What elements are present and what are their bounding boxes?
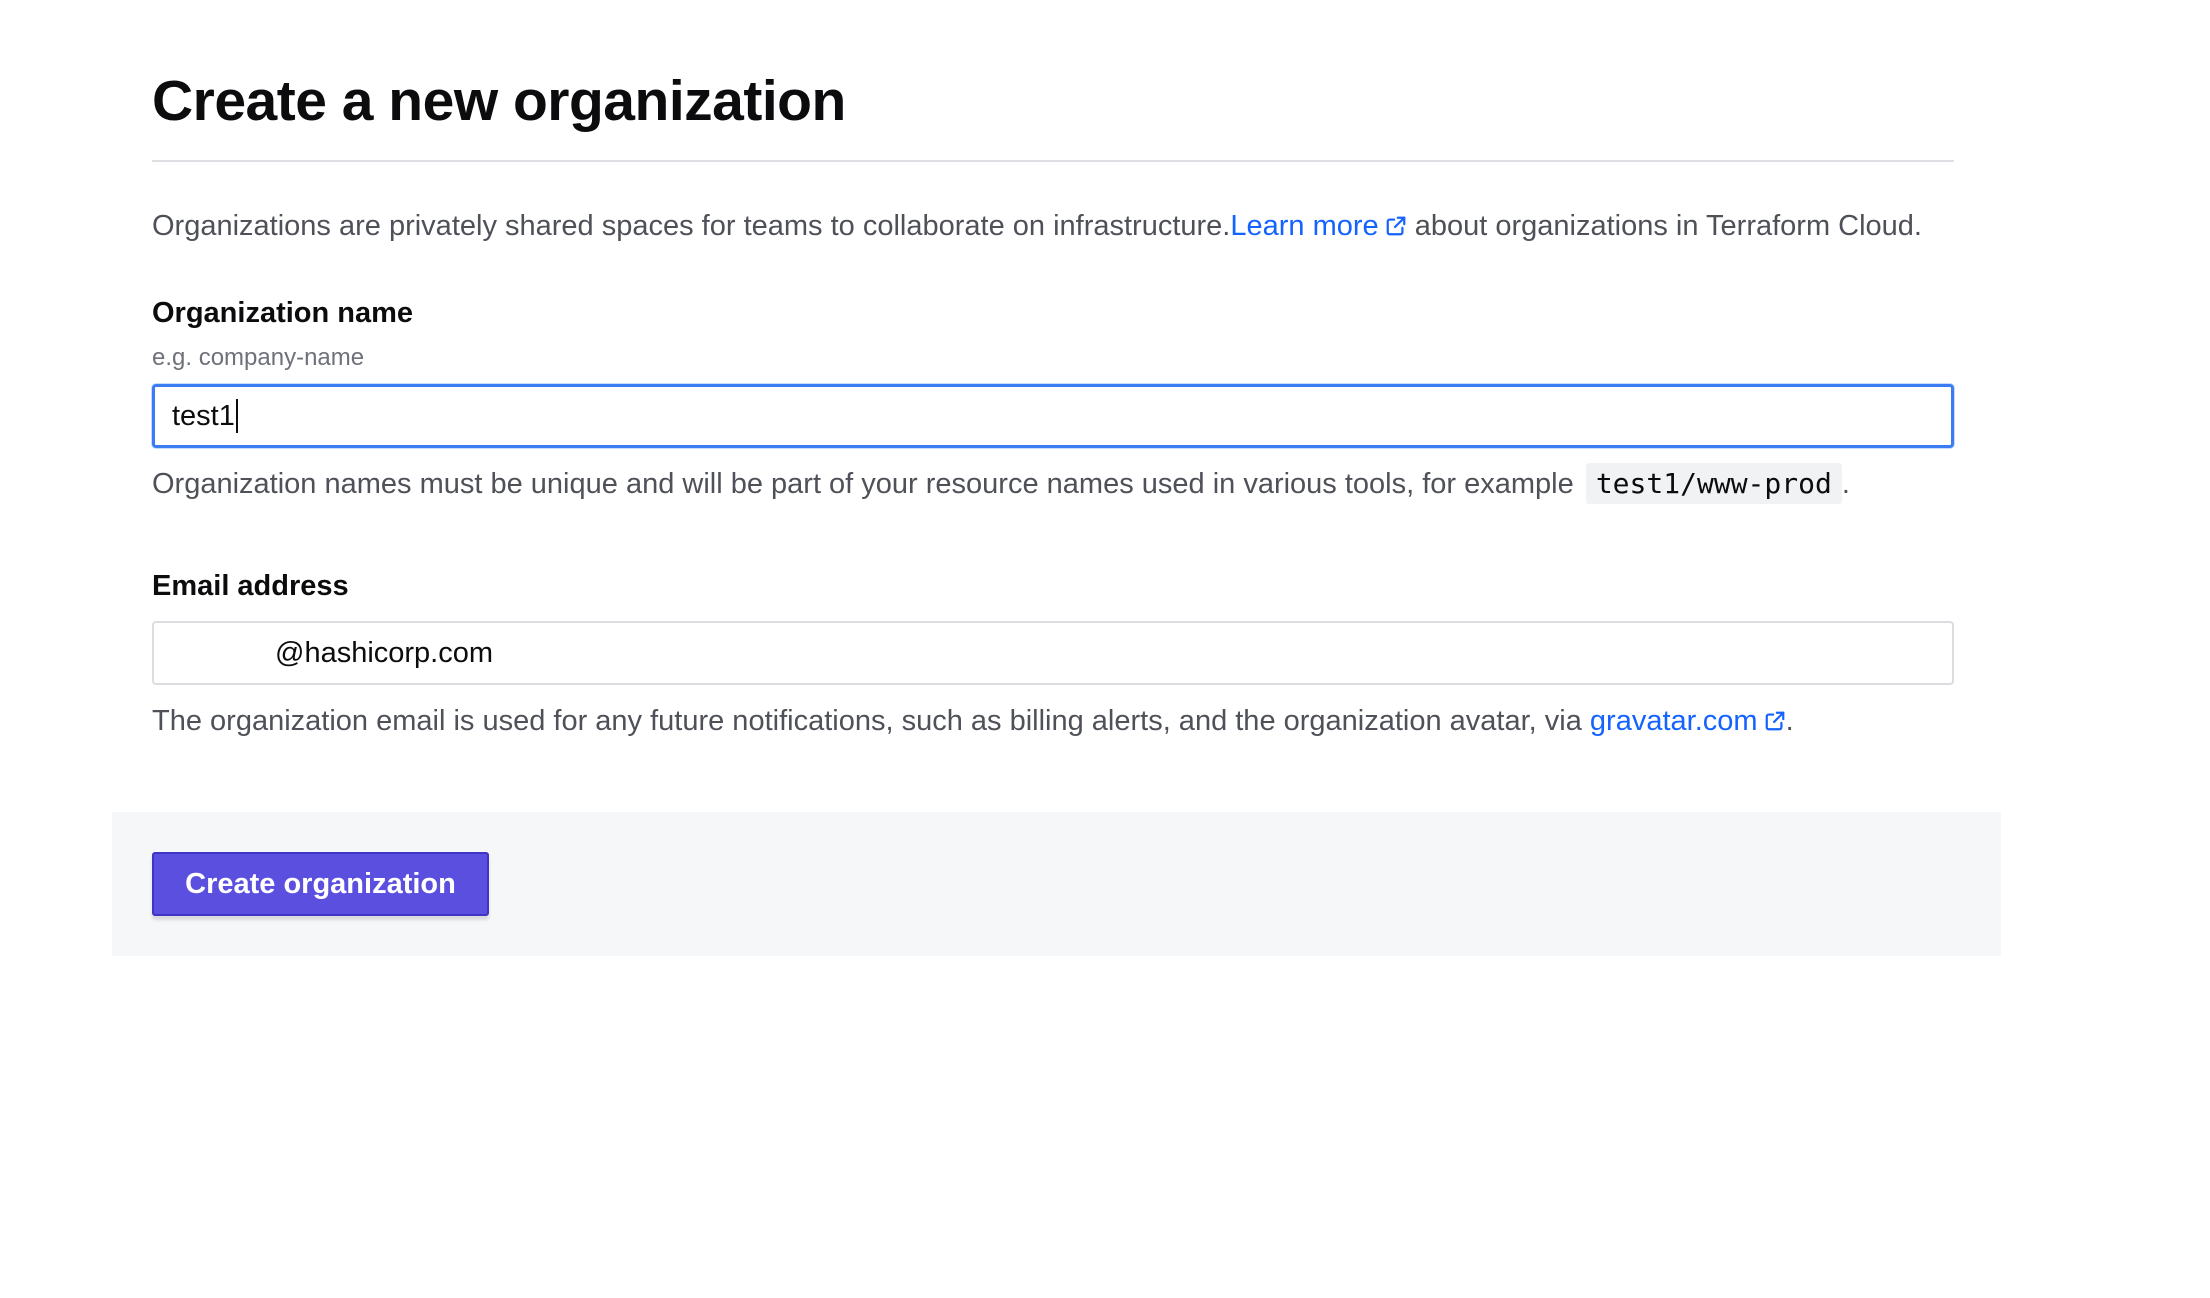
intro-paragraph: Organizations are privately shared space… [152,205,1954,249]
page-title: Create a new organization [152,69,846,133]
learn-more-link[interactable]: Learn more [1230,210,1406,242]
gravatar-link-label: gravatar.com [1589,705,1758,737]
email-help-end: . [1785,705,1794,737]
form-container: Create a new organization Organizations … [152,0,1954,745]
learn-more-label: Learn more [1230,210,1379,242]
email-help-text: The organization email is used for any f… [152,705,1590,737]
intro-text-after: about organizations in Terraform Cloud. [1406,210,1922,242]
external-link-icon [1764,701,1786,745]
organization-name-input[interactable]: test1 [152,384,1954,448]
gravatar-link[interactable]: gravatar.com [1590,705,1786,737]
intro-text-before: Organizations are privately shared space… [152,210,1231,242]
text-cursor [235,399,238,433]
form-actions-bar: Create organization [112,812,2001,956]
organization-name-help-end: . [1841,468,1850,500]
organization-name-help-text: Organization names must be unique and wi… [152,468,1574,500]
page: Create a new organization Organizations … [0,0,2210,1298]
title-divider [152,160,1954,162]
organization-name-label: Organization name [152,297,414,329]
organization-name-help: Organization names must be unique and wi… [152,462,1954,506]
external-link-icon [1385,207,1407,249]
email-address-input[interactable]: @hashicorp.com [152,621,1954,685]
create-organization-button[interactable]: Create organization [152,852,489,916]
example-resource-name: test1/www-prod [1585,463,1842,504]
email-help: The organization email is used for any f… [152,699,1954,745]
organization-name-hint: e.g. company-name [152,344,365,371]
email-address-value: @hashicorp.com [275,636,494,669]
organization-name-value: test1 [172,399,235,432]
email-address-label: Email address [152,570,349,602]
